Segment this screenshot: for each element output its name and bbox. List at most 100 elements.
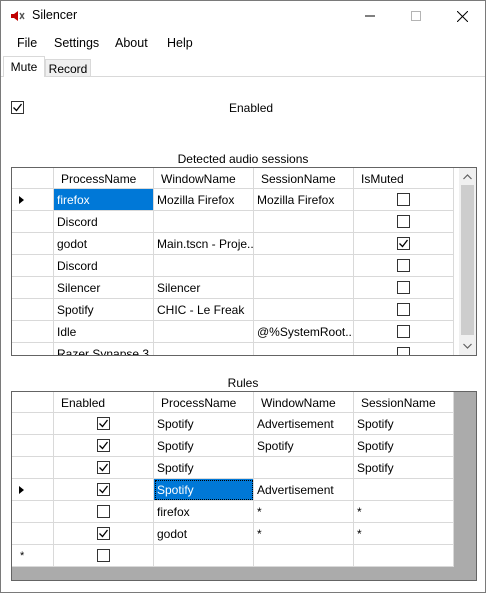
scroll-down-arrow-icon[interactable]	[463, 343, 472, 349]
cell-windowname[interactable]	[154, 321, 254, 343]
cell-ismuted[interactable]	[354, 255, 454, 277]
menu-file[interactable]: File	[15, 36, 39, 50]
row-checkbox[interactable]	[397, 347, 410, 355]
title-bar[interactable]: Silencer	[1, 1, 485, 31]
row-checkbox[interactable]	[97, 483, 110, 496]
rules-grid[interactable]: Enabled ProcessName WindowName SessionNa…	[11, 391, 477, 581]
cell-windowname[interactable]: *	[254, 523, 354, 545]
cell-windowname[interactable]: Main.tscn - Proje...	[154, 233, 254, 255]
cell-windowname[interactable]: Mozilla Firefox	[154, 189, 254, 211]
cell-processname[interactable]: Spotify	[154, 435, 254, 457]
row-header[interactable]	[12, 343, 54, 355]
column-header-sessionname[interactable]: SessionName	[354, 392, 454, 413]
cell-ismuted[interactable]	[354, 299, 454, 321]
cell-processname[interactable]: Spotify	[154, 479, 254, 501]
scroll-up-arrow-icon[interactable]	[463, 174, 472, 180]
cell-windowname[interactable]	[154, 255, 254, 277]
cell-processname[interactable]: firefox	[154, 501, 254, 523]
row-header[interactable]: *	[12, 545, 54, 567]
cell-processname[interactable]: firefox	[54, 189, 154, 211]
cell-windowname[interactable]	[254, 457, 354, 479]
row-checkbox[interactable]	[397, 215, 410, 228]
row-header[interactable]	[12, 413, 54, 435]
row-checkbox[interactable]	[97, 549, 110, 562]
column-header-enabled[interactable]: Enabled	[54, 392, 154, 413]
cell-processname[interactable]: Discord	[54, 255, 154, 277]
row-checkbox[interactable]	[397, 303, 410, 316]
cell-sessionname[interactable]	[254, 299, 354, 321]
cell-ismuted[interactable]	[354, 211, 454, 233]
cell-processname[interactable]	[154, 545, 254, 567]
cell-ismuted[interactable]	[354, 233, 454, 255]
row-header[interactable]	[12, 501, 54, 523]
cell-processname[interactable]: godot	[54, 233, 154, 255]
cell-sessionname[interactable]	[254, 343, 354, 355]
column-header-windowname[interactable]: WindowName	[154, 168, 254, 189]
row-header[interactable]	[12, 321, 54, 343]
row-checkbox[interactable]	[397, 259, 410, 272]
cell-processname[interactable]: Discord	[54, 211, 154, 233]
audio-sessions-grid[interactable]: ProcessName WindowName SessionName IsMut…	[11, 167, 477, 356]
cell-sessionname[interactable]: Spotify	[354, 457, 454, 479]
enabled-checkbox[interactable]	[11, 101, 24, 114]
row-checkbox[interactable]	[97, 417, 110, 430]
row-checkbox[interactable]	[397, 325, 410, 338]
cell-enabled[interactable]	[54, 413, 154, 435]
row-header[interactable]	[12, 277, 54, 299]
cell-windowname[interactable]: *	[254, 501, 354, 523]
scroll-thumb[interactable]	[461, 185, 474, 335]
cell-ismuted[interactable]	[354, 277, 454, 299]
cell-ismuted[interactable]	[354, 343, 454, 355]
cell-enabled[interactable]	[54, 479, 154, 501]
row-header[interactable]	[12, 479, 54, 501]
cell-sessionname[interactable]: @%SystemRoot...	[254, 321, 354, 343]
cell-sessionname[interactable]	[254, 255, 354, 277]
cell-ismuted[interactable]	[354, 321, 454, 343]
cell-processname[interactable]: Spotify	[154, 413, 254, 435]
cell-sessionname[interactable]	[354, 545, 454, 567]
cell-windowname[interactable]: CHIC - Le Freak	[154, 299, 254, 321]
cell-windowname[interactable]	[154, 211, 254, 233]
column-header-processname[interactable]: ProcessName	[54, 168, 154, 189]
cell-processname[interactable]: godot	[154, 523, 254, 545]
cell-sessionname[interactable]: Spotify	[354, 435, 454, 457]
row-header[interactable]	[12, 233, 54, 255]
cell-enabled[interactable]	[54, 435, 154, 457]
cell-processname[interactable]: Silencer	[54, 277, 154, 299]
close-button[interactable]	[439, 1, 485, 31]
minimize-button[interactable]	[347, 1, 393, 31]
row-checkbox[interactable]	[397, 281, 410, 294]
cell-enabled[interactable]	[54, 523, 154, 545]
cell-windowname[interactable]: Silencer	[154, 277, 254, 299]
row-header[interactable]	[12, 255, 54, 277]
tab-mute[interactable]: Mute	[3, 56, 45, 77]
cell-sessionname[interactable]: *	[354, 523, 454, 545]
row-checkbox[interactable]	[397, 193, 410, 206]
cell-sessionname[interactable]	[254, 277, 354, 299]
cell-processname[interactable]: Spotify	[54, 299, 154, 321]
cell-sessionname[interactable]: *	[354, 501, 454, 523]
cell-processname[interactable]: Razer Synapse 3	[54, 343, 154, 355]
column-header-processname[interactable]: ProcessName	[154, 392, 254, 413]
cell-sessionname[interactable]	[254, 211, 354, 233]
row-checkbox[interactable]	[397, 237, 410, 250]
row-checkbox[interactable]	[97, 527, 110, 540]
cell-sessionname[interactable]: Spotify	[354, 413, 454, 435]
menu-settings[interactable]: Settings	[52, 36, 101, 50]
column-header-ismuted[interactable]: IsMuted	[354, 168, 454, 189]
cell-enabled[interactable]	[54, 457, 154, 479]
row-header[interactable]	[12, 211, 54, 233]
cell-windowname[interactable]: Spotify	[254, 435, 354, 457]
cell-processname[interactable]: Idle	[54, 321, 154, 343]
row-checkbox[interactable]	[97, 461, 110, 474]
cell-windowname[interactable]: Advertisement	[254, 413, 354, 435]
cell-enabled[interactable]	[54, 501, 154, 523]
cell-windowname[interactable]	[254, 545, 354, 567]
row-header[interactable]	[12, 299, 54, 321]
cell-processname[interactable]: Spotify	[154, 457, 254, 479]
cell-sessionname[interactable]	[354, 479, 454, 501]
column-header-sessionname[interactable]: SessionName	[254, 168, 354, 189]
row-header[interactable]	[12, 435, 54, 457]
cell-enabled[interactable]	[54, 545, 154, 567]
row-header[interactable]	[12, 189, 54, 211]
